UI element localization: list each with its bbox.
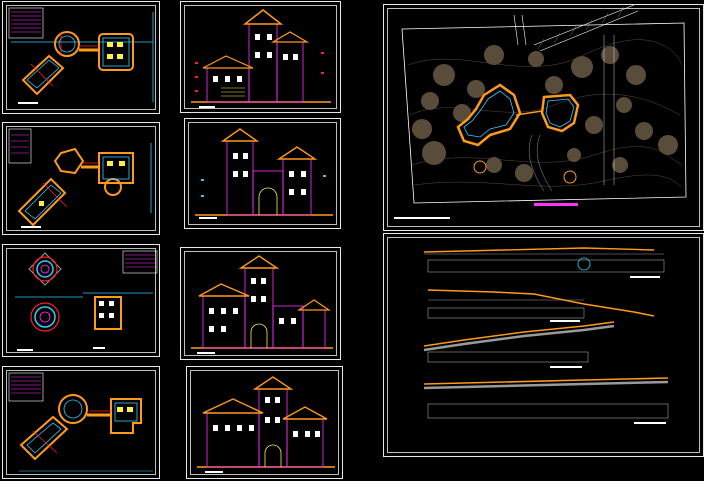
floor-plan-drawing — [8, 7, 154, 104]
floor-plan-drawing — [8, 128, 152, 228]
elevation-sheet-1[interactable] — [180, 1, 341, 113]
elevation-sheet-3[interactable] — [180, 247, 341, 360]
floor-plan-sheet-4[interactable] — [2, 366, 160, 479]
tower-plans-drawing — [15, 250, 158, 351]
castle-elevation-drawing — [195, 128, 333, 219]
site-plan-sheet[interactable] — [383, 4, 704, 231]
terrain-sections-drawing — [423, 247, 669, 424]
castle-elevation-drawing — [197, 376, 335, 473]
section-profile-3 — [423, 321, 615, 368]
site-plan-drawing — [394, 5, 687, 219]
section-profile-4 — [423, 377, 669, 424]
castle-elevation-drawing — [191, 255, 333, 354]
tower-plans-sheet[interactable] — [2, 244, 160, 357]
elevation-sheet-4[interactable] — [186, 366, 343, 479]
floor-plan-sheet-2[interactable] — [2, 122, 160, 235]
floor-plan-drawing — [8, 372, 153, 472]
castle-elevation-drawing — [191, 9, 331, 108]
floor-plan-sheet-1[interactable] — [2, 1, 160, 114]
section-profile-2 — [427, 289, 655, 322]
elevation-sheet-2[interactable] — [184, 118, 341, 229]
section-profile-1 — [423, 247, 665, 278]
terrain-sections-sheet[interactable] — [383, 233, 704, 457]
